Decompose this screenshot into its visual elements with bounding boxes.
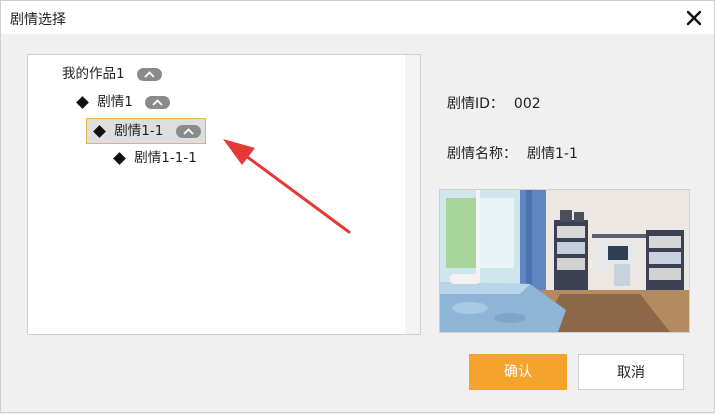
title-bar: 剧情选择: [1, 1, 714, 34]
bedroom-illustration: [440, 190, 689, 332]
diamond-node-icon: [76, 95, 89, 109]
story-name-row: 剧情名称： 剧情1-1: [447, 143, 578, 163]
story-id-value: 002: [513, 96, 541, 112]
dialog-title: 剧情选择: [10, 12, 66, 28]
cancel-button[interactable]: 取消: [578, 354, 684, 390]
tree-scrollbar-track[interactable]: [405, 55, 420, 334]
story-name-value: 剧情1-1: [527, 146, 578, 162]
tree-node-root[interactable]: 我的作品1: [62, 63, 162, 85]
story-select-dialog: 剧情选择 我的作品1 剧情1 剧情1-1 剧情1-1-1 剧情ID： 002 剧…: [0, 0, 715, 413]
tree-node-story-1-1-1[interactable]: 剧情1-1-1: [113, 147, 197, 169]
chevron-up-icon: [144, 70, 155, 78]
collapse-toggle[interactable]: [136, 67, 162, 81]
story-id-label: 剧情ID：: [447, 96, 504, 112]
chevron-up-icon: [152, 98, 163, 106]
tree-node-label: 我的作品1: [62, 66, 125, 82]
story-tree: 我的作品1 剧情1 剧情1-1 剧情1-1-1: [27, 54, 421, 335]
scene-preview-image: [439, 189, 690, 333]
chevron-up-icon: [183, 127, 194, 135]
tree-node-story-1[interactable]: 剧情1: [76, 91, 171, 113]
story-id-row: 剧情ID： 002: [447, 93, 541, 113]
diamond-node-icon: [113, 151, 126, 165]
collapse-toggle[interactable]: [145, 95, 171, 109]
tree-node-label: 剧情1: [97, 94, 133, 110]
close-button[interactable]: [680, 4, 708, 32]
diamond-node-icon: [93, 124, 106, 138]
story-name-label: 剧情名称：: [447, 146, 517, 162]
tree-node-label: 剧情1-1-1: [134, 150, 197, 166]
tree-node-label: 剧情1-1: [114, 123, 164, 139]
tree-node-story-1-1-selected[interactable]: 剧情1-1: [86, 118, 206, 144]
collapse-toggle[interactable]: [175, 124, 201, 138]
confirm-button[interactable]: 确认: [469, 354, 567, 390]
close-icon: [686, 10, 702, 26]
